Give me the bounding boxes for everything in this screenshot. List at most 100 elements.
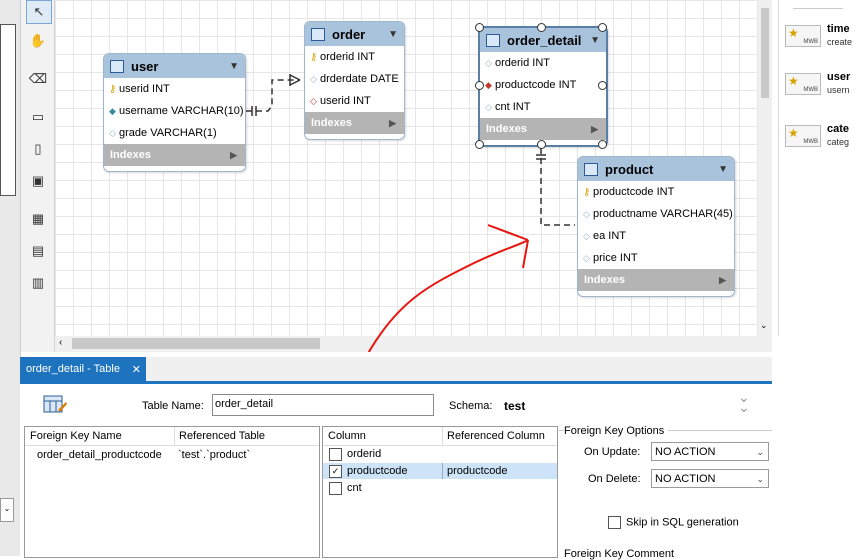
column-diamond-icon: ◇: [485, 57, 492, 68]
table-row[interactable]: cnt: [323, 480, 557, 496]
primary-key-icon: ⚷: [310, 51, 318, 63]
column-diamond-icon: ◇: [109, 127, 116, 138]
entity-title: order: [332, 26, 366, 42]
column-row: ⚷ orderid INT: [310, 51, 376, 63]
entity-order-detail[interactable]: order_detail ▼ ◇ orderid INT ◆ productcode…: [478, 26, 608, 147]
column-row: ⚷ userid INT: [109, 83, 170, 95]
expand-icon[interactable]: ▶: [591, 124, 598, 135]
table-editor-icon: [42, 392, 68, 416]
entity-order[interactable]: order ▼ ⚷ orderid INT ◇ drderdate DATE ◇ us…: [304, 21, 405, 140]
close-icon[interactable]: ✕: [132, 363, 141, 376]
resize-handle[interactable]: [598, 81, 607, 90]
entity-title: order_detail: [507, 32, 582, 48]
column-checkbox[interactable]: [329, 481, 342, 495]
column-row: ◇ productname VARCHAR(45): [583, 208, 733, 220]
resize-handle[interactable]: [537, 23, 546, 32]
column-diamond-icon: ◆: [109, 105, 116, 116]
fk-comment-label: Foreign Key Comment: [564, 548, 675, 560]
column-diamond-icon: ◇: [583, 230, 590, 241]
column-row: ◇ cnt INT: [485, 101, 531, 113]
snippet-item[interactable]: ★ MWB user usern: [785, 71, 856, 96]
snippet-item[interactable]: ★ MWB time create: [785, 23, 856, 48]
entity-title: user: [131, 58, 159, 74]
foreign-key-icon: ◇: [310, 95, 317, 106]
resize-handle[interactable]: [598, 140, 607, 149]
referenced-table-header[interactable]: Referenced Table: [174, 427, 319, 446]
entity-order-header[interactable]: order ▼: [305, 22, 404, 46]
column-row: ◇ ea INT: [583, 230, 627, 242]
foreign-key-icon: ◆: [485, 79, 492, 90]
table-row[interactable]: ✓ productcode productcode: [323, 463, 557, 479]
resize-handle[interactable]: [475, 23, 484, 32]
on-update-label: On Update:: [584, 446, 641, 458]
on-update-select[interactable]: NO ACTION ⌄: [651, 442, 769, 461]
table-icon: [584, 162, 598, 176]
column-diamond-icon: ◇: [310, 73, 317, 84]
referenced-column-header[interactable]: Referenced Column: [442, 427, 557, 446]
table-row[interactable]: orderid: [323, 446, 557, 462]
column-checkbox-checked[interactable]: ✓: [329, 464, 342, 478]
resize-handle[interactable]: [475, 81, 484, 90]
fk-options-title: Foreign Key Options: [564, 425, 669, 437]
collapse-double-chevron-icon[interactable]: ⌄ ⌄: [738, 390, 750, 414]
entity-user[interactable]: user ▼ ⚷ userid INT ◆ username VARCHAR(10)…: [103, 53, 246, 172]
collapse-icon[interactable]: ▼: [388, 29, 398, 40]
referenced-column-cell[interactable]: productcode: [442, 463, 561, 479]
snippet-icon: ★ MWB: [785, 25, 821, 47]
table-name-input[interactable]: order_detail: [212, 394, 434, 416]
column-diamond-icon: ◇: [583, 208, 590, 219]
resize-handle[interactable]: [475, 140, 484, 149]
column-row: ◇ grade VARCHAR(1): [109, 127, 217, 139]
indexes-section[interactable]: Indexes ▶: [104, 144, 245, 166]
table-name-label: Table Name:: [142, 400, 204, 412]
chevron-down-icon[interactable]: ⌄: [0, 498, 14, 522]
column-diamond-icon: ◇: [485, 101, 492, 112]
column-header[interactable]: Column: [323, 427, 443, 446]
expand-icon[interactable]: ▶: [230, 150, 237, 161]
table-editor: Table Name: order_detail Schema: test ⌄ ⌄…: [20, 384, 772, 560]
snippets-panel: ★ MWB time create ★ MWB user usern ★ MWB cate…: [778, 0, 856, 336]
schema-label: Schema:: [449, 400, 493, 412]
on-delete-select[interactable]: NO ACTION ⌄: [651, 469, 769, 488]
tab-order-detail-table[interactable]: order_detail - Table ✕: [20, 357, 146, 381]
snippet-icon: ★ MWB: [785, 73, 821, 95]
foreign-keys-grid[interactable]: Foreign Key Name Referenced Table order_…: [24, 426, 320, 558]
snippet-item[interactable]: ★ MWB cate categ: [785, 123, 856, 148]
entity-title: product: [605, 161, 654, 177]
column-row: ◇ price INT: [583, 252, 638, 264]
collapse-icon[interactable]: ▼: [229, 61, 239, 72]
column-row: ◇ userid INT: [310, 95, 371, 107]
on-delete-label: On Delete:: [588, 473, 641, 485]
table-icon: [311, 27, 325, 41]
column-row: ◆ username VARCHAR(10): [109, 105, 244, 117]
snippet-icon: ★ MWB: [785, 125, 821, 147]
column-checkbox[interactable]: [329, 447, 342, 461]
fk-columns-grid[interactable]: Column Referenced Column orderid ✓ produc…: [322, 426, 558, 558]
entity-product-header[interactable]: product ▼: [578, 157, 734, 181]
column-row: ◆ productcode INT: [485, 79, 577, 91]
chevron-down-icon: ⌄: [756, 447, 764, 457]
expand-icon[interactable]: ▶: [719, 275, 726, 286]
column-row: ◇ orderid INT: [485, 57, 551, 69]
resize-handle[interactable]: [537, 140, 546, 149]
column-row: ⚷ productcode INT: [583, 186, 675, 198]
expand-icon[interactable]: ▶: [389, 118, 396, 129]
table-row[interactable]: order_detail_productcode `test`.`product…: [25, 446, 319, 464]
resize-handle[interactable]: [598, 23, 607, 32]
entity-product[interactable]: product ▼ ⚷ productcode INT ◇ productname …: [577, 156, 735, 297]
primary-key-icon: ⚷: [583, 186, 591, 198]
chevron-down-icon: ⌄: [756, 474, 764, 484]
collapse-icon[interactable]: ▼: [590, 35, 600, 46]
indexes-section[interactable]: Indexes ▶: [305, 112, 404, 134]
indexes-section[interactable]: Indexes ▶: [578, 269, 734, 291]
skip-sql-checkbox[interactable]: [608, 516, 621, 529]
column-row: ◇ drderdate DATE: [310, 73, 399, 85]
collapse-icon[interactable]: ▼: [718, 164, 728, 175]
snippets-toolbar: [793, 0, 843, 9]
indexes-section[interactable]: Indexes ▶: [480, 118, 606, 140]
fk-name-header[interactable]: Foreign Key Name: [25, 427, 175, 446]
table-icon: [486, 33, 500, 47]
schema-value: test: [504, 399, 526, 413]
table-icon: [110, 59, 124, 73]
entity-user-header[interactable]: user ▼: [104, 54, 245, 78]
